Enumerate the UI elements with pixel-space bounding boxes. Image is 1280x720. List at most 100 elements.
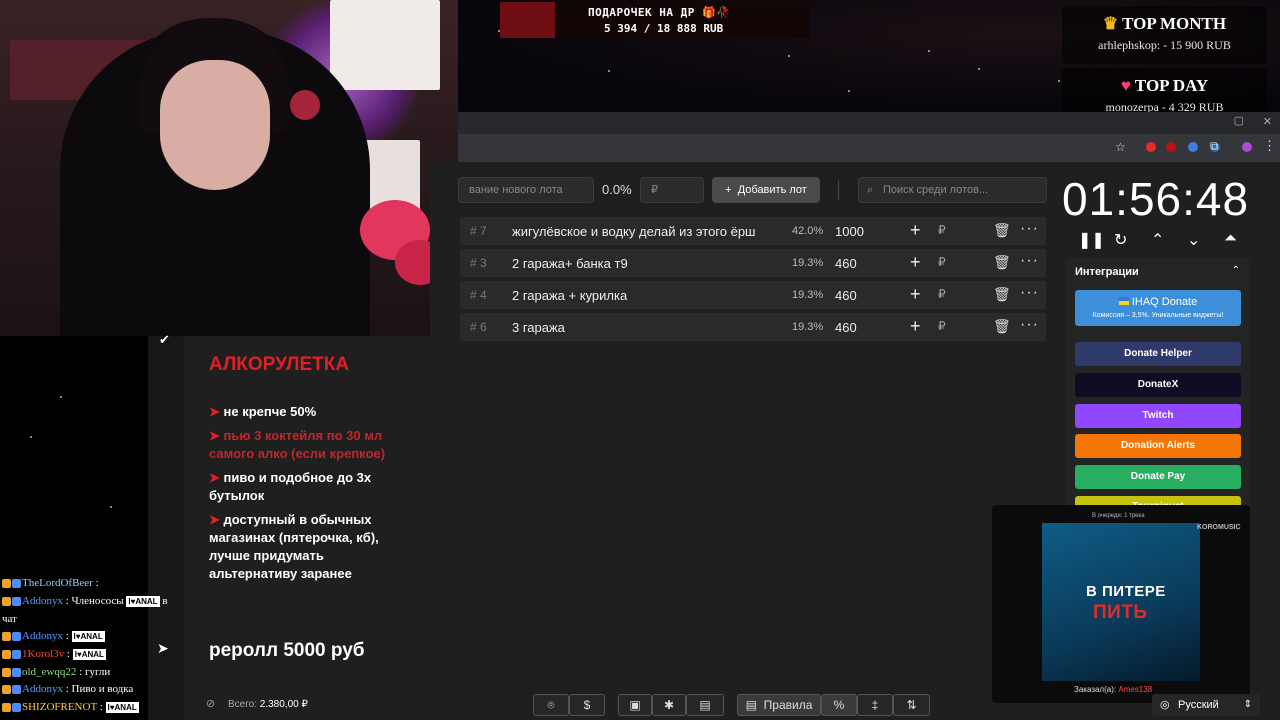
rules-button[interactable]: ▤ Правила <box>737 694 821 716</box>
maximize-window-icon[interactable]: ▢ <box>1234 114 1244 127</box>
profile-avatar-icon[interactable] <box>1242 142 1252 152</box>
lot-amount[interactable]: 460 <box>835 320 857 335</box>
chat-emote: I♥ANAL <box>105 701 139 713</box>
queue-text: В очереди: 1 трека <box>1092 513 1145 519</box>
lot-amount[interactable]: 1000 <box>835 224 864 239</box>
add-amount-icon[interactable]: + <box>910 220 921 241</box>
more-icon[interactable]: ··· <box>1020 252 1039 270</box>
top-month-title: TOP MONTH <box>1122 14 1227 33</box>
trash-icon[interactable]: 🗑 <box>993 254 1011 271</box>
time-down-icon[interactable]: ⌄ <box>1187 230 1200 250</box>
ruble-icon[interactable]: ₽ <box>938 287 946 301</box>
chat-message: TheLordOfBeer : <box>2 575 99 591</box>
chat-username[interactable]: Addonyx <box>22 595 63 607</box>
extensions-puzzle-icon[interactable]: ⧉ <box>1210 139 1219 154</box>
ihaq-donate-button[interactable]: IHAQ Donate Комиссия – 3,5%. Уникальные … <box>1075 290 1241 326</box>
time-up-icon[interactable]: ⌃ <box>1151 230 1164 250</box>
chat-username[interactable]: 1Korol3v <box>22 648 64 660</box>
add-lot-button[interactable]: + Добавить лот <box>712 177 820 203</box>
chat-text: : <box>99 701 103 713</box>
lot-percent: 19.3% <box>792 321 824 333</box>
ublock-extension-icon[interactable] <box>1166 142 1176 152</box>
chat-badge-icon <box>2 631 11 641</box>
check-shield-icon[interactable]: ✔ <box>159 332 170 348</box>
rule-item: ➤ пиво и подобное до 3х бутылок <box>209 470 372 503</box>
integrations-title: Интеграции <box>1075 266 1139 278</box>
ruble-icon[interactable]: ₽ <box>938 223 946 237</box>
integration-button-donatex[interactable]: DonateX <box>1075 373 1241 397</box>
add-amount-icon[interactable]: + <box>910 316 921 337</box>
split-button[interactable]: ‡ <box>857 694 893 716</box>
more-icon[interactable]: ··· <box>1020 220 1039 238</box>
audio-extension-icon[interactable] <box>1188 142 1198 152</box>
top-day-title: TOP DAY <box>1134 76 1209 95</box>
chat-badge-icon <box>12 631 21 641</box>
ruble-icon[interactable]: ₽ <box>938 319 946 333</box>
language-select[interactable]: ◎ Русский ⇕ <box>1152 694 1260 716</box>
lot-row[interactable]: # 7 жигулёвское и водку делай из этого ёр… <box>460 217 1046 245</box>
sort-button[interactable]: ⇅ <box>893 694 930 716</box>
more-icon[interactable]: ··· <box>1020 284 1039 302</box>
crown-icon: ♛ <box>1102 14 1119 33</box>
trash-icon[interactable]: 🗑 <box>993 286 1011 303</box>
browser-menu-icon[interactable]: ⋮ <box>1263 138 1276 154</box>
percent-button[interactable]: % <box>821 694 857 716</box>
chat-username[interactable]: Addonyx <box>22 630 63 642</box>
chat-message: SHIZOFRENOT : I♥ANAL <box>2 699 139 715</box>
integration-button-donate-pay[interactable]: Donate Pay <box>1075 465 1241 489</box>
github-button[interactable]: ⌾ <box>533 694 569 716</box>
gift-goal-widget: ПОДАРОЧЕК НА ДР 🎁🥀 5 394 / 18 888 RUB <box>500 2 810 38</box>
chat-username[interactable]: old_ewqq22 <box>22 666 76 678</box>
gift-title: ПОДАРОЧЕК НА ДР 🎁🥀 <box>588 6 731 19</box>
pause-icon[interactable]: ❚❚ <box>1078 230 1105 250</box>
album-line-2: ПИТЬ <box>1093 602 1148 623</box>
chat-badge-icon <box>2 684 11 694</box>
total-sum: Всего: 2.380,00 ₽ <box>228 699 308 710</box>
chat-badge-icon <box>12 578 21 588</box>
ruble-icon[interactable]: ₽ <box>938 255 946 269</box>
telegram-icon[interactable]: ➤ <box>157 640 169 657</box>
save-button[interactable]: ▣ <box>618 694 652 716</box>
chat-emote: I♥ANAL <box>72 648 106 660</box>
new-lot-input[interactable]: вание нового лота <box>458 177 594 203</box>
chat-message: Addonyx : I♥ANAL <box>2 628 105 644</box>
close-window-icon[interactable]: ✕ <box>1263 115 1272 128</box>
amount-input[interactable]: ₽ <box>640 177 704 203</box>
lot-percent: 42.0% <box>792 225 824 237</box>
reset-icon[interactable]: ↻ <box>1114 230 1127 250</box>
trash-icon[interactable]: 🗑 <box>993 318 1011 335</box>
youtube-extension-icon[interactable] <box>1146 142 1156 152</box>
search-lots-input[interactable]: ⌕ Поиск среди лотов... <box>858 177 1047 203</box>
lot-row[interactable]: # 3 2 гаража+ банка т9 19.3% 460 + ₽ 🗑 ··· <box>460 249 1046 277</box>
lot-row[interactable]: # 6 3 гаража 19.3% 460 + ₽ 🗑 ··· <box>460 313 1046 341</box>
history-icon: ▤ <box>699 698 711 712</box>
search-icon: ⌕ <box>867 184 874 196</box>
chat-username[interactable]: TheLordOfBeer <box>22 577 93 589</box>
more-icon[interactable]: ··· <box>1020 316 1039 334</box>
lot-name[interactable]: 2 гаража + курилка <box>512 288 627 303</box>
integration-button-twitch[interactable]: Twitch <box>1075 404 1241 428</box>
collapse-chevron-icon[interactable]: ⌃ <box>1232 265 1240 276</box>
bookmark-star-icon[interactable]: ☆ <box>1115 140 1126 154</box>
add-amount-icon[interactable]: + <box>910 284 921 305</box>
lot-amount[interactable]: 460 <box>835 288 857 303</box>
integration-button-donation-alerts[interactable]: Donation Alerts <box>1075 434 1241 458</box>
lot-row[interactable]: # 4 2 гаража + курилка 19.3% 460 + ₽ 🗑 ··· <box>460 281 1046 309</box>
donate-button[interactable]: $ <box>569 694 605 716</box>
bug-button[interactable]: ✱ <box>652 694 686 716</box>
reroll-text: реролл 5000 руб <box>209 640 365 661</box>
integration-button-donate-helper[interactable]: Donate Helper <box>1075 342 1241 366</box>
history-button[interactable]: ▤ <box>686 694 724 716</box>
rule-item: ➤ доступный в обычных магазинах (пятероч… <box>209 512 379 581</box>
chat-username[interactable]: Addonyx <box>22 683 63 695</box>
lot-name[interactable]: 3 гаража <box>512 320 565 335</box>
add-amount-icon[interactable]: + <box>910 252 921 273</box>
album-line-1: В ПИТЕРЕ <box>1086 583 1166 600</box>
trash-icon[interactable]: 🗑 <box>993 222 1011 239</box>
chat-username[interactable]: SHIZOFRENOT <box>22 701 97 713</box>
double-up-icon[interactable]: ⏶ <box>1224 230 1237 248</box>
lot-name[interactable]: жигулёвское и водку делай из этого ёрш <box>512 224 755 239</box>
hide-eye-icon[interactable]: ⊘ <box>206 697 215 710</box>
lot-name[interactable]: 2 гаража+ банка т9 <box>512 256 628 271</box>
lot-amount[interactable]: 460 <box>835 256 857 271</box>
